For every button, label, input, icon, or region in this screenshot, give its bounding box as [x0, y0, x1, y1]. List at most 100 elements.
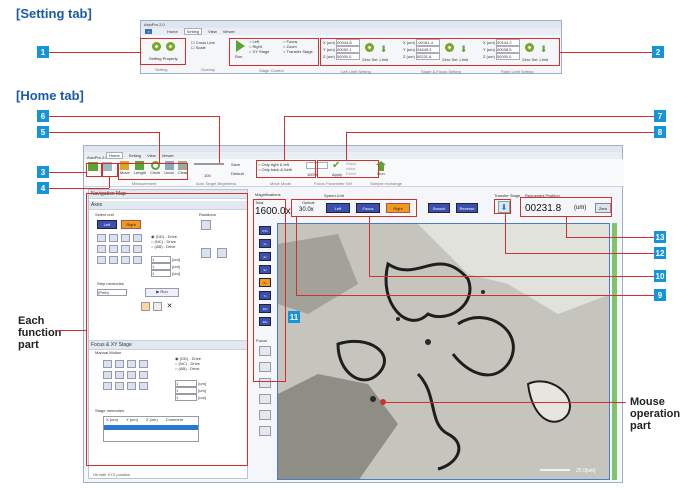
callout-7: 7 — [654, 110, 666, 122]
setting-titlebar: AxioPro 2.0 — [141, 21, 561, 28]
transfer-stage-label: Transfer Stage — [494, 193, 521, 198]
microscope-viewport[interactable]: 25.0[um] — [277, 223, 610, 480]
highlight-13 — [520, 197, 612, 217]
particle — [370, 396, 376, 402]
setting-tab-title: [Setting tab] — [16, 6, 92, 21]
callout-8: 8 — [654, 126, 666, 138]
scale-bar-text: 25.0[um] — [576, 468, 596, 474]
callout-4: 4 — [37, 182, 49, 194]
leader-line — [55, 330, 86, 331]
callout-12: 12 — [654, 247, 666, 259]
leader-line — [284, 116, 285, 160]
tab-view[interactable]: View — [147, 153, 156, 158]
each-function-label: Each function part — [18, 315, 62, 351]
callout-9: 9 — [654, 289, 666, 301]
tab-viewer[interactable]: Viewer — [223, 29, 235, 34]
stage-group-label: Stage Control — [259, 68, 284, 73]
setting-group-label: Setting — [155, 67, 168, 72]
home-tab-title: [Home tab] — [16, 88, 84, 103]
callout-11: 11 — [288, 311, 300, 323]
highlight-2 — [320, 38, 560, 66]
focus-button[interactable] — [259, 394, 271, 404]
highlight-9-10 — [291, 199, 417, 217]
tab-home[interactable]: Home — [167, 29, 178, 34]
move-mode-label: Move Mode — [270, 181, 291, 186]
callout-13: 13 — [654, 231, 666, 243]
coordinate-group-label: Right Limit Setting — [501, 69, 534, 74]
status-line: Ok with XYZ position — [93, 472, 131, 477]
speed-unit-label: Speed Unit — [324, 193, 344, 198]
particle — [396, 317, 400, 321]
leader-line — [49, 172, 86, 173]
focus-button[interactable] — [259, 410, 271, 420]
scale-label: Scale — [195, 45, 206, 50]
leader-line — [109, 177, 110, 188]
mouse-marker-dot — [380, 399, 386, 405]
leader-line — [49, 52, 141, 53]
setting-tabbar: ▪ Home Setting View Viewer — [141, 28, 561, 35]
highlight-11 — [253, 199, 286, 382]
leader-line — [49, 188, 109, 189]
scale-checkbox[interactable]: ☐ Scale — [191, 45, 215, 50]
sample-group-label: Sample exchange — [370, 181, 403, 186]
magnifications-label: Magnifications — [255, 192, 281, 197]
leader-line — [49, 132, 159, 133]
leader-line — [383, 402, 626, 403]
particle — [481, 290, 485, 294]
leader-line — [49, 116, 219, 117]
leader-line — [369, 276, 654, 277]
default-button[interactable]: Default — [231, 171, 244, 176]
tab-setting[interactable]: Setting — [183, 28, 203, 35]
setting-app-title: AxioPro 2.0 — [144, 22, 165, 27]
microscope-image: 25.0[um] — [278, 224, 609, 479]
callout-5: 5 — [37, 126, 49, 138]
zoom-value: 100 — [204, 173, 211, 178]
leader-line — [346, 132, 654, 133]
particle — [425, 339, 431, 345]
focus-button[interactable] — [259, 426, 271, 436]
leader-line — [566, 217, 567, 237]
measurement-group-label: Measurement — [132, 181, 157, 186]
overlay-group: ☐ Cross Line ☐ Scale — [191, 40, 215, 50]
leader-line — [219, 116, 220, 163]
brightness-slider[interactable] — [194, 163, 224, 165]
reverse-button[interactable]: Reverse — [456, 203, 478, 213]
callout-10: 10 — [654, 270, 666, 282]
tab-setting[interactable]: Setting — [129, 153, 141, 158]
coordinate-group-label: Left Limit Setting — [341, 69, 371, 74]
highlight-4 — [101, 163, 118, 177]
leader-line — [346, 132, 347, 160]
leader-line — [505, 253, 654, 254]
leader-line — [284, 116, 654, 117]
leader-line — [560, 52, 652, 53]
search-button[interactable]: Search — [428, 203, 450, 213]
callout-2: 2 — [652, 46, 664, 58]
highlight-run — [229, 38, 319, 66]
highlight-12 — [494, 199, 511, 214]
file-tab[interactable]: ▪ — [145, 29, 153, 34]
leader-line — [296, 217, 297, 295]
leader-line — [159, 132, 160, 163]
tab-home[interactable]: Home — [106, 152, 123, 159]
coordinate-group-label: Stage & Focus Setting — [421, 69, 461, 74]
tab-view[interactable]: View — [208, 29, 217, 34]
focus-group-label: Focus Parameter Set — [314, 181, 352, 186]
brightness-group-label: Auto Target Brightness — [196, 181, 237, 186]
leader-line — [296, 295, 654, 296]
tab-viewer[interactable]: Viewer — [162, 153, 174, 158]
highlight-5 — [118, 163, 188, 180]
highlight-each-function — [86, 193, 248, 466]
leader-line — [566, 237, 654, 238]
leader-line — [369, 217, 370, 276]
mouse-operation-label: Mouse operation part — [630, 396, 681, 432]
home-tabbar: Home Setting View Viewer — [84, 152, 622, 159]
leader-line — [505, 214, 506, 253]
callout-3: 3 — [37, 166, 49, 178]
callout-6: 6 — [37, 110, 49, 122]
highlight-8 — [317, 160, 379, 178]
highlight-1 — [140, 38, 186, 65]
save-button[interactable]: Save — [231, 162, 240, 167]
highlight-7 — [256, 160, 316, 178]
overlay-group-label: Overlay — [201, 67, 215, 72]
progress-strip — [612, 223, 617, 480]
